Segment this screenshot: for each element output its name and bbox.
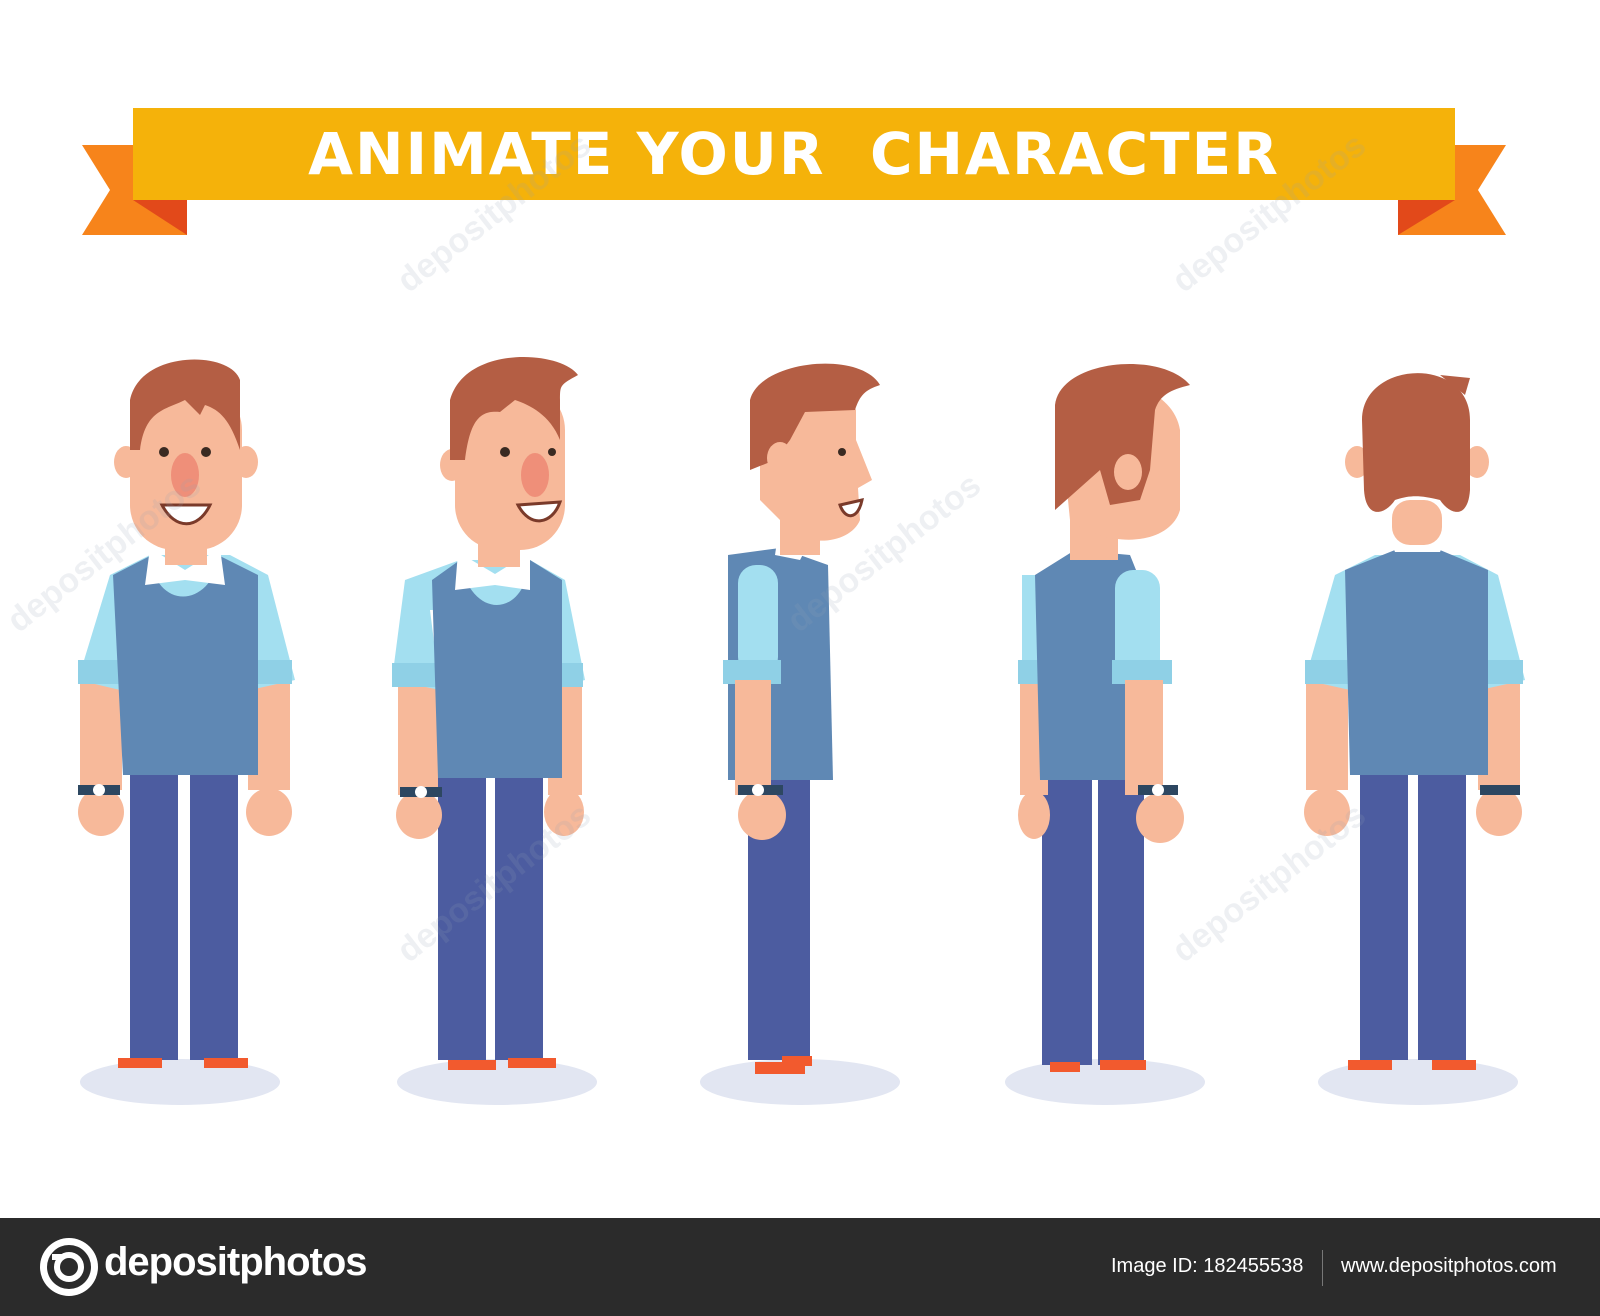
camera-logo-icon [40,1238,98,1296]
figure-front-view [78,359,295,1105]
image-id-label: Image ID: 182455538 [1111,1255,1304,1277]
figure-three-quarter-back-view [1005,363,1205,1105]
site-url-link[interactable]: www.depositphotos.com [1341,1255,1557,1278]
stock-footer-bar: depositphotos Image ID: 182455538 www.de… [0,1218,1600,1316]
banner-title: ANIMATE YOUR CHARACTER [308,120,1280,188]
ground-shadow [397,1059,597,1105]
footer-divider [1322,1250,1323,1286]
figure-side-view [700,363,900,1105]
illustration-canvas: ANIMATE YOUR CHARACTER depositphotos dep… [0,0,1600,1218]
character-turnaround [78,357,1525,1105]
figure-back-view [1304,373,1525,1105]
figure-three-quarter-front-view [392,357,597,1105]
brand-name[interactable]: depositphotos [104,1240,368,1285]
ground-shadow [80,1059,280,1105]
